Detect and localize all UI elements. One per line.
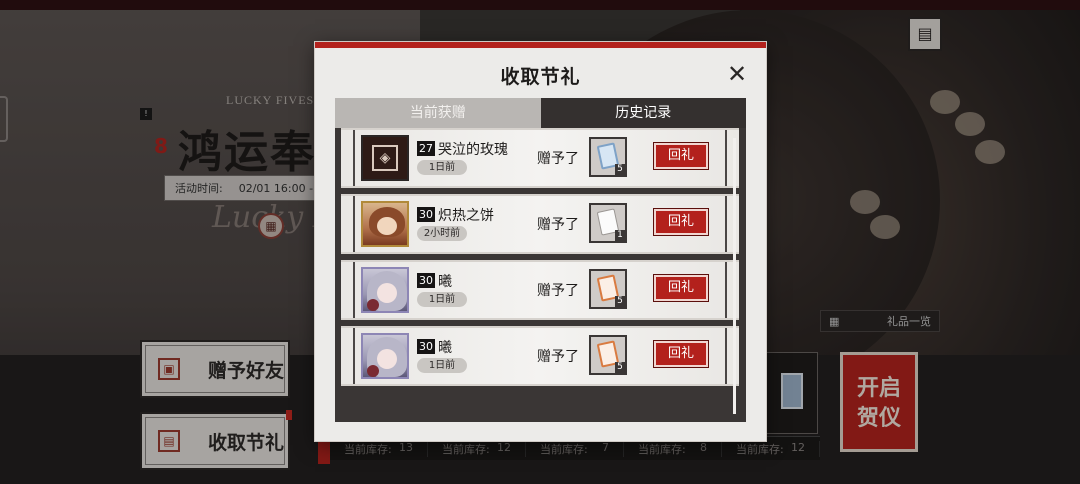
list-scrollbar[interactable] — [733, 138, 736, 414]
silver-hair-avatar — [361, 333, 409, 379]
player-level: 27 — [417, 141, 435, 156]
player-level: 30 — [417, 207, 435, 222]
player-name: 哭泣的玫瑰 — [438, 142, 508, 158]
avatar-face — [377, 283, 397, 303]
player-name: 曦 — [438, 340, 452, 356]
avatar-orb — [367, 365, 379, 377]
return-gift-button[interactable]: 回礼 — [654, 275, 708, 301]
modal-title: 收取节礼 — [500, 66, 581, 88]
gift-item[interactable]: 5 — [589, 269, 627, 309]
tab-history[interactable]: 历史记录 — [540, 98, 746, 128]
rose-emblem-icon: ◈ — [372, 145, 398, 171]
time-ago-badge: 1日前 — [417, 358, 467, 373]
receive-gifts-modal: 收取节礼 ✕ 当前获赠 历史记录 ◈ 27 哭泣的玫瑰 1日前 赠予了 5 回礼… — [315, 42, 766, 441]
gift-count: 5 — [615, 296, 625, 307]
gave-label: 赠予了 — [537, 217, 579, 233]
tab-current-gifts[interactable]: 当前获赠 — [335, 98, 541, 128]
gift-count: 5 — [615, 164, 625, 175]
time-ago-badge: 2小时前 — [417, 226, 467, 241]
gave-label: 赠予了 — [537, 151, 579, 167]
return-gift-button[interactable]: 回礼 — [654, 209, 708, 235]
close-icon[interactable]: ✕ — [724, 61, 750, 87]
player-name: 曦 — [438, 274, 452, 290]
gave-label: 赠予了 — [537, 283, 579, 299]
gift-count: 1 — [615, 230, 625, 241]
modal-tabs: 当前获赠 历史记录 — [335, 98, 746, 128]
gift-count: 5 — [615, 362, 625, 373]
player-level: 30 — [417, 339, 435, 354]
list-item: 30 曦 1日前 赠予了 5 回礼 — [341, 260, 739, 320]
time-ago-badge: 1日前 — [417, 292, 467, 307]
silver-hair-avatar — [361, 267, 409, 313]
player-level: 30 — [417, 273, 435, 288]
list-item: 30 炽热之饼 2小时前 赠予了 1 回礼 — [341, 194, 739, 254]
gift-item[interactable]: 5 — [589, 137, 627, 177]
return-gift-button[interactable]: 回礼 — [654, 143, 708, 169]
avatar-face — [377, 217, 397, 235]
brown-hair-avatar — [361, 201, 409, 247]
list-item: ◈ 27 哭泣的玫瑰 1日前 赠予了 5 回礼 — [341, 128, 739, 188]
gift-item[interactable]: 1 — [589, 203, 627, 243]
list-item: 30 曦 1日前 赠予了 5 回礼 — [341, 326, 739, 386]
gift-item[interactable]: 5 — [589, 335, 627, 375]
emblem-avatar: ◈ — [361, 135, 409, 181]
history-list[interactable]: ◈ 27 哭泣的玫瑰 1日前 赠予了 5 回礼 30 炽热之饼 2小时前 赠予了… — [335, 128, 746, 422]
avatar-orb — [367, 299, 379, 311]
avatar-face — [377, 349, 397, 369]
return-gift-button[interactable]: 回礼 — [654, 341, 708, 367]
player-name: 炽热之饼 — [438, 208, 494, 224]
time-ago-badge: 1日前 — [417, 160, 467, 175]
gave-label: 赠予了 — [537, 349, 579, 365]
modal-accent-line — [315, 42, 766, 48]
